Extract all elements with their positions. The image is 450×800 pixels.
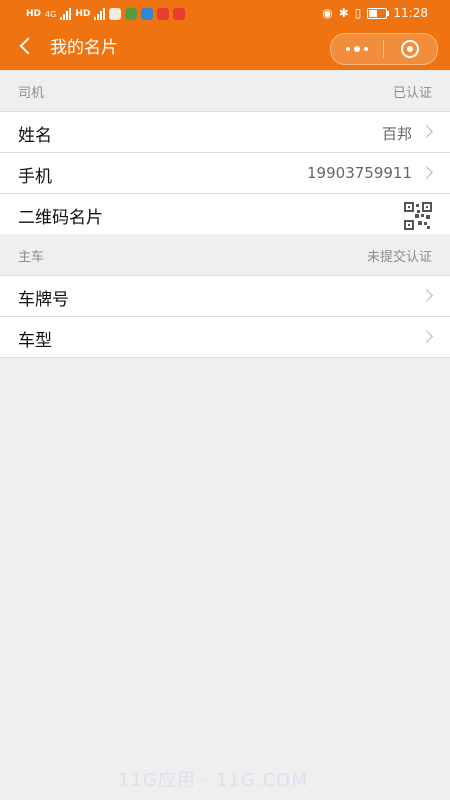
back-button[interactable] (14, 34, 38, 58)
page-title: 我的名片 (50, 38, 118, 58)
back-icon (19, 37, 37, 55)
status-right: ◉ ✱ ▯ 11:28 (322, 4, 428, 22)
eye-icon: ◉ (322, 6, 333, 20)
network-label-2: 4G (45, 9, 57, 19)
bluetooth-icon: ✱ (338, 6, 349, 20)
app-icon-1 (125, 8, 138, 20)
close-button[interactable] (384, 34, 436, 64)
more-button[interactable] (331, 34, 383, 64)
network-label-1: HD (26, 9, 42, 19)
status-time: 11:28 (393, 6, 428, 20)
more-dot-middle (354, 46, 360, 52)
app-icon-3 (157, 8, 170, 20)
status-bar: HD 4G HD ◉ ✱ ▯ 11:28 (0, 0, 450, 26)
chevron-right-icon (420, 289, 433, 302)
section-vehicle-title: 主车 (18, 250, 45, 265)
chevron-right-icon (420, 166, 433, 179)
chevron-right-icon (420, 125, 433, 138)
plate-number-label: 车牌号 (18, 290, 69, 310)
app-icon-2 (141, 8, 154, 20)
watermark: 11G应用 · 11G.COM (118, 770, 308, 791)
name-row[interactable]: 姓名 百邦 (0, 111, 450, 152)
vehicle-model-row[interactable]: 车型 (0, 316, 450, 357)
section-driver: 司机 已认证 (0, 70, 450, 111)
phone-label: 手机 (18, 167, 52, 187)
section-vehicle-status: 未提交认证 (366, 250, 432, 265)
vehicle-model-label: 车型 (18, 331, 52, 351)
status-left: HD 4G HD (26, 4, 186, 24)
app-icon-4 (173, 8, 186, 20)
mini-program-capsule[interactable] (330, 33, 438, 65)
signal-icon-2 (94, 8, 106, 20)
list-bottom-divider (0, 357, 450, 358)
section-driver-title: 司机 (18, 86, 45, 101)
qr-code-icon (404, 202, 432, 230)
section-vehicle: 主车 未提交认证 (0, 234, 450, 275)
name-value: 百邦 (381, 125, 412, 143)
close-icon (401, 40, 419, 58)
vibrate-icon: ▯ (354, 6, 362, 20)
qr-code-row[interactable]: 二维码名片 (0, 193, 450, 234)
qr-code-label: 二维码名片 (18, 208, 103, 228)
phone-row[interactable]: 手机 19903759911 (0, 152, 450, 193)
more-dot-left (346, 47, 350, 51)
signal-icon (60, 8, 72, 20)
name-label: 姓名 (18, 126, 52, 146)
plate-number-row[interactable]: 车牌号 (0, 275, 450, 316)
chevron-right-icon (420, 330, 433, 343)
network-label-3: HD (75, 9, 91, 19)
battery-icon (367, 7, 390, 19)
section-driver-status: 已认证 (392, 86, 432, 101)
top-bar: HD 4G HD ◉ ✱ ▯ 11:28 我的名片 (0, 0, 450, 70)
more-dot-right (364, 47, 368, 51)
wifi-icon (109, 8, 122, 20)
phone-value: 19903759911 (307, 164, 412, 182)
navigation-bar: 我的名片 (0, 26, 450, 70)
